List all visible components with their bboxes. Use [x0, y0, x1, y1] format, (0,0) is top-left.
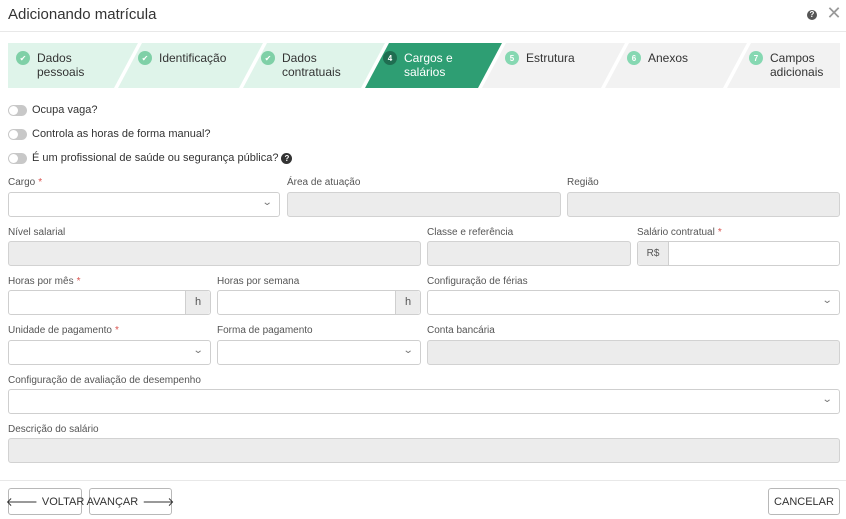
horas-semana-label: Horas por semana [217, 276, 300, 287]
currency-prefix: R$ [638, 242, 669, 265]
avancar-button[interactable]: AVANÇAR 🡒 [86, 488, 175, 515]
dialog-title: Adicionando matrícula [8, 6, 157, 23]
regiao-label: Região [567, 177, 599, 188]
step-number-badge: 6 [627, 51, 641, 65]
cargo-select[interactable] [8, 192, 280, 217]
hours-suffix: h [185, 291, 210, 314]
conta-bancaria-field [427, 340, 840, 365]
toggle-label: Ocupa vaga? [32, 104, 98, 116]
step-estrutura[interactable]: 5 Estrutura [505, 43, 605, 88]
help-icon[interactable]: ? [807, 10, 817, 20]
controla-horas-toggle[interactable] [8, 128, 27, 140]
hours-suffix: h [395, 291, 420, 314]
classe-referencia-label: Classe e referência [427, 227, 514, 238]
descricao-salario-field [8, 438, 840, 463]
config-avaliacao-select[interactable] [8, 389, 840, 414]
area-atuacao-label: Área de atuação [287, 177, 361, 188]
conta-bancaria-label: Conta bancária [427, 325, 495, 336]
header-divider [0, 31, 846, 32]
required-mark: * [76, 276, 81, 287]
chevron-down-icon [821, 296, 832, 306]
arrow-left-icon: 🡐 [5, 495, 38, 509]
step-label: Dados contratuais [282, 51, 341, 79]
arrow-right-icon: 🡒 [142, 495, 175, 509]
unidade-pagamento-label: Unidade de pagamento * [8, 325, 119, 336]
voltar-button[interactable]: 🡐 VOLTAR [5, 488, 85, 515]
cancelar-button[interactable]: CANCELAR [768, 488, 840, 515]
ocupa-vaga-toggle[interactable] [8, 104, 27, 116]
check-icon: ✔ [16, 51, 30, 65]
toggle-row-profissional-saude: É um profissional de saúde ou segurança … [8, 152, 293, 164]
horas-semana-input[interactable]: h [217, 290, 421, 315]
nivel-salarial-label: Nível salarial [8, 227, 66, 238]
required-mark: * [114, 325, 119, 336]
forma-pagamento-label: Forma de pagamento [217, 325, 313, 336]
salario-contratual-label: Salário contratual * [637, 227, 722, 238]
step-anexos[interactable]: 6 Anexos [627, 43, 727, 88]
step-label: Cargos e salários [404, 51, 453, 79]
step-campos-adicionais[interactable]: 7 Campos adicionais [749, 43, 839, 88]
step-label: Identificação [159, 51, 227, 65]
config-ferias-label: Configuração de férias [427, 276, 528, 287]
required-mark: * [717, 227, 722, 238]
nivel-salarial-field [8, 241, 421, 266]
chevron-down-icon [261, 198, 272, 208]
config-ferias-select[interactable] [427, 290, 840, 315]
step-cargos-salarios[interactable]: 4 Cargos e salários [383, 43, 483, 88]
footer-divider [0, 480, 846, 481]
toggle-row-ocupa-vaga: Ocupa vaga? [8, 104, 97, 116]
unidade-pagamento-select[interactable] [8, 340, 211, 365]
step-identificacao[interactable]: ✔ Identificação [138, 43, 253, 88]
button-label: CANCELAR [774, 495, 834, 508]
question-icon[interactable]: ? [281, 152, 293, 164]
chevron-down-icon [821, 395, 832, 405]
step-label: Anexos [648, 51, 689, 65]
step-label: Campos adicionais [770, 51, 824, 79]
chevron-down-icon [402, 346, 413, 356]
config-avaliacao-label: Configuração de avaliação de desempenho [8, 375, 201, 386]
classe-referencia-field [427, 241, 631, 266]
salario-contratual-input[interactable]: R$ [637, 241, 840, 266]
toggle-label: É um profissional de saúde ou segurança … [32, 152, 279, 164]
horas-mes-label: Horas por mês * [8, 276, 81, 287]
step-label: Dados pessoais [37, 51, 85, 79]
regiao-field [567, 192, 840, 217]
wizard-stepper: ✔ Dados pessoais ✔ Identificação ✔ Dados… [8, 43, 840, 88]
step-dados-pessoais[interactable]: ✔ Dados pessoais [16, 43, 112, 88]
check-icon: ✔ [138, 51, 152, 65]
required-mark: * [38, 177, 43, 188]
close-icon[interactable]: ✕ [826, 4, 842, 22]
area-atuacao-field [287, 192, 561, 217]
step-number-badge: 4 [383, 51, 397, 65]
button-label: AVANÇAR [86, 495, 139, 508]
profissional-saude-toggle[interactable] [8, 152, 27, 164]
step-dados-contratuais[interactable]: ✔ Dados contratuais [261, 43, 366, 88]
button-label: VOLTAR [41, 495, 85, 508]
chevron-down-icon [192, 346, 203, 356]
toggle-label: Controla as horas de forma manual? [32, 128, 211, 140]
horas-mes-input[interactable]: h [8, 290, 211, 315]
toggle-row-controla-horas: Controla as horas de forma manual? [8, 128, 211, 140]
descricao-salario-label: Descrição do salário [8, 424, 99, 435]
check-icon: ✔ [261, 51, 275, 65]
step-label: Estrutura [526, 51, 575, 65]
dialog-header: Adicionando matrícula ? ✕ [0, 0, 846, 32]
forma-pagamento-select[interactable] [217, 340, 421, 365]
cargo-label: Cargo * [8, 177, 43, 188]
step-number-badge: 5 [505, 51, 519, 65]
step-number-badge: 7 [749, 51, 763, 65]
